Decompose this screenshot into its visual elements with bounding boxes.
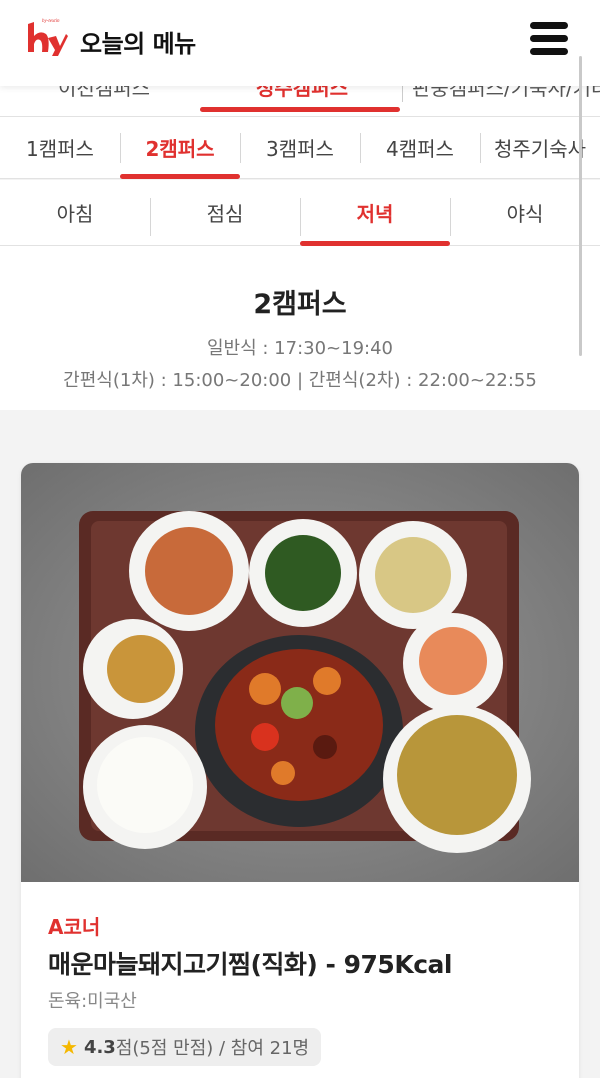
- meal-tabs: 아침 점심 저녁 야식: [0, 180, 600, 246]
- divider: [402, 86, 403, 102]
- food-photo: [21, 463, 579, 882]
- scrollbar[interactable]: [579, 56, 582, 356]
- tab-lunch[interactable]: 점심: [150, 180, 300, 245]
- tab-dinner[interactable]: 저녁: [300, 180, 450, 246]
- regular-meal-hours: 일반식 : 17:30~19:40: [206, 338, 393, 359]
- tab-other[interactable]: 판중캠퍼스/기숙사/기타: [412, 86, 600, 101]
- logo-tagline: by-textin: [42, 19, 60, 24]
- tab-label: 1캠퍼스: [26, 137, 94, 161]
- quick-meal-hours: 간편식(1차) : 15:00~20:00 | 간편식(2차) : 22:00~…: [63, 370, 537, 391]
- rating-score: 4.3: [83, 1036, 116, 1058]
- rating-detail: 점(5점 만점) / 참여 21명: [115, 1038, 310, 1059]
- tab-late-night[interactable]: 야식: [450, 180, 600, 245]
- tab-label: 2캠퍼스: [145, 137, 215, 161]
- campus-title: 2캠퍼스: [253, 289, 347, 320]
- tab-campus-4[interactable]: 4캠퍼스: [360, 117, 480, 178]
- tab-breakfast[interactable]: 아침: [0, 180, 150, 245]
- tab-label: 야식: [506, 202, 544, 226]
- tab-label: 저녁: [356, 202, 394, 226]
- campus-info: 2캠퍼스 일반식 : 17:30~19:40 간편식(1차) : 15:00~2…: [0, 246, 600, 410]
- logo-icon[interactable]: by-textin: [24, 16, 68, 60]
- rating-badge[interactable]: ★ 4.3 점(5점 만점) / 참여 21명: [48, 1028, 322, 1066]
- hamburger-menu-icon[interactable]: [530, 22, 570, 56]
- region-tabs: 이천캠퍼스 청주캠퍼스 판중캠퍼스/기숙사/기타: [0, 86, 600, 116]
- tab-label: 4캠퍼스: [386, 137, 454, 161]
- tab-cheongju[interactable]: 청주캠퍼스: [256, 86, 348, 101]
- page-title: 오늘의 메뉴: [80, 30, 196, 58]
- app-header: by-textin 오늘의 메뉴: [0, 0, 600, 86]
- tab-label: 청주기숙사: [494, 137, 586, 161]
- star-icon: ★: [60, 1035, 78, 1059]
- origin-info: 돈육:미국산: [48, 991, 137, 1012]
- tab-icheon[interactable]: 이천캠퍼스: [58, 86, 150, 101]
- menu-card[interactable]: A코너 매운마늘돼지고기찜(직화) - 975Kcal 돈육:미국산 ★ 4.3…: [21, 463, 579, 1078]
- active-tab-indicator: [200, 107, 400, 112]
- campus-tabs: 1캠퍼스 2캠퍼스 3캠퍼스 4캠퍼스 청주기숙사: [0, 116, 600, 179]
- tab-label: 3캠퍼스: [266, 137, 334, 161]
- dish-name: 매운마늘돼지고기찜(직화) - 975Kcal: [48, 950, 452, 979]
- tab-label: 아침: [56, 202, 94, 226]
- tab-campus-1[interactable]: 1캠퍼스: [0, 117, 120, 178]
- tab-campus-2[interactable]: 2캠퍼스: [120, 117, 240, 179]
- corner-label: A코너: [48, 915, 101, 939]
- active-tab-indicator: [120, 174, 240, 179]
- tab-cheongju-dorm[interactable]: 청주기숙사: [480, 117, 600, 178]
- tab-label: 점심: [206, 202, 244, 226]
- tab-campus-3[interactable]: 3캠퍼스: [240, 117, 360, 178]
